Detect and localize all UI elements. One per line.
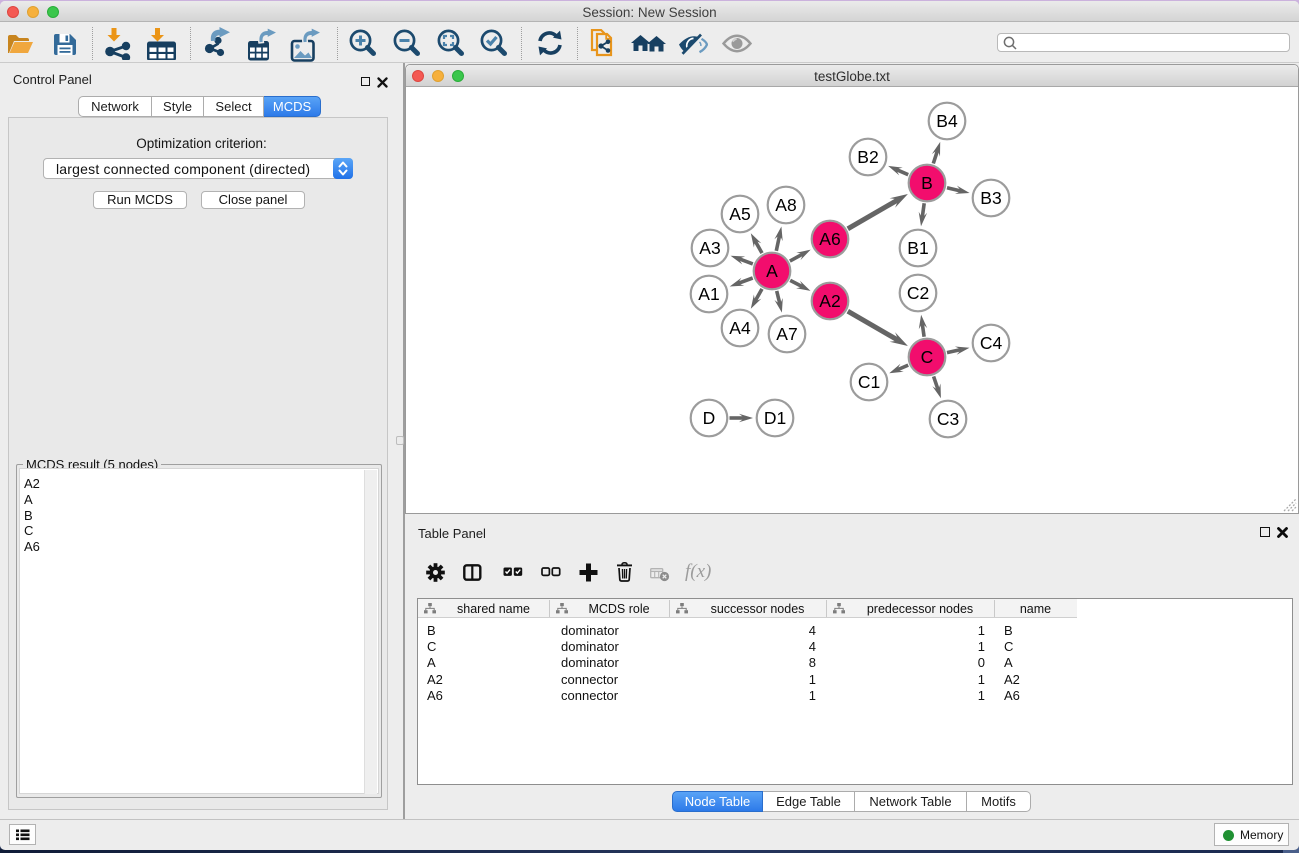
svg-text:A6: A6 (819, 229, 840, 249)
svg-text:A7: A7 (776, 324, 797, 344)
svg-text:C1: C1 (858, 372, 880, 392)
svg-text:D: D (703, 408, 716, 428)
svg-text:C2: C2 (907, 283, 929, 303)
svg-text:B4: B4 (936, 111, 958, 131)
svg-text:A1: A1 (698, 284, 719, 304)
svg-text:D1: D1 (764, 408, 786, 428)
svg-text:A4: A4 (729, 318, 751, 338)
svg-text:B: B (921, 173, 933, 193)
svg-text:C4: C4 (980, 333, 1003, 353)
svg-text:B3: B3 (980, 188, 1001, 208)
svg-text:A2: A2 (819, 291, 840, 311)
svg-text:C: C (921, 347, 934, 367)
svg-text:B1: B1 (907, 238, 928, 258)
svg-text:C3: C3 (937, 409, 959, 429)
svg-text:A3: A3 (699, 238, 720, 258)
svg-text:A8: A8 (775, 195, 796, 215)
svg-text:A5: A5 (729, 204, 750, 224)
svg-text:A: A (766, 261, 778, 281)
svg-text:B2: B2 (857, 147, 878, 167)
